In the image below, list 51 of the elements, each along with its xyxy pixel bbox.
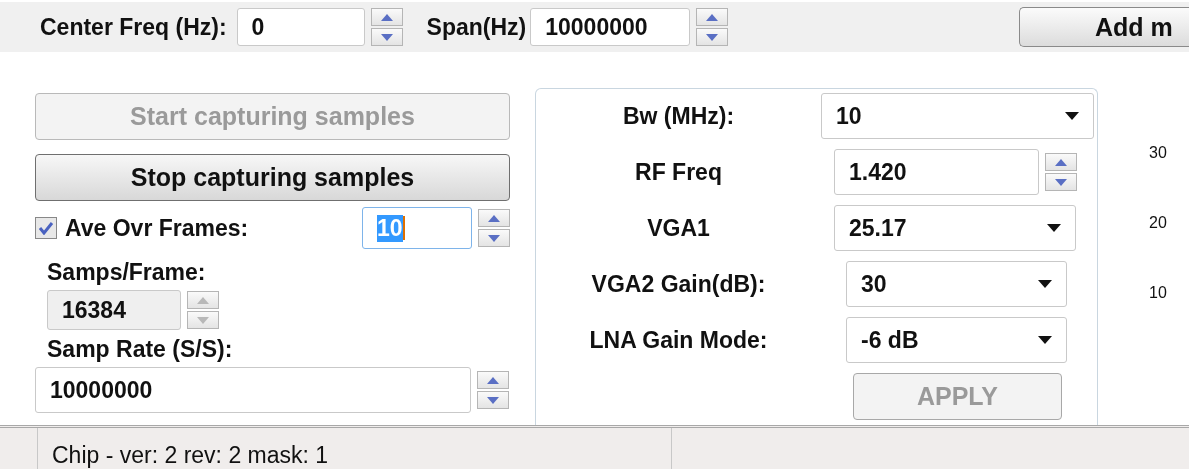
dropdown[interactable]: 30 xyxy=(846,261,1067,307)
down-arrow-icon xyxy=(197,316,209,324)
down-arrow-icon xyxy=(380,33,393,41)
samp-rate-field[interactable]: 10000000 xyxy=(35,367,471,413)
spin-down-button[interactable] xyxy=(696,28,729,46)
axis-tick: 10 xyxy=(1149,284,1168,302)
axis-tick: 30 xyxy=(1149,144,1168,162)
dropdown[interactable]: -6 dB xyxy=(846,317,1067,363)
down-arrow-icon xyxy=(487,396,499,404)
setting-label: LNA Gain Mode: xyxy=(588,326,769,354)
dropdown[interactable]: 25.17 xyxy=(834,205,1076,251)
spin-up-button[interactable] xyxy=(696,8,729,26)
axis-tick: 20 xyxy=(1149,214,1168,232)
spin-down-button[interactable] xyxy=(477,391,509,409)
status-text: Chip - ver: 2 rev: 2 mask: 1 xyxy=(52,442,329,469)
caret-icon xyxy=(1065,112,1079,120)
up-arrow-icon xyxy=(706,13,719,21)
setting-label: Bw (MHz): xyxy=(621,102,736,130)
ave-frames-label: Ave Ovr Frames: xyxy=(65,214,249,242)
setting-label: VGA2 Gain(dB): xyxy=(590,270,767,298)
up-arrow-icon xyxy=(197,296,209,304)
down-arrow-icon xyxy=(488,234,500,242)
rf-freq-field[interactable]: 1.420 xyxy=(834,149,1039,195)
setting-label: VGA1 xyxy=(646,214,711,242)
caret-icon xyxy=(1047,224,1061,232)
span-field[interactable]: 10000000 xyxy=(530,8,691,46)
stop-capture-button[interactable]: Stop capturing samples xyxy=(35,154,510,201)
span-label: Span(Hz) xyxy=(426,13,527,41)
down-arrow-icon xyxy=(706,33,719,41)
samps-frame-label: Samps/Frame: xyxy=(47,259,207,286)
setting-label: RF Freq xyxy=(634,158,723,186)
up-arrow-icon xyxy=(488,214,500,222)
center-freq-field[interactable]: 0 xyxy=(236,8,365,46)
spin-up-button[interactable] xyxy=(370,8,403,26)
up-arrow-icon xyxy=(487,376,499,384)
spin-up-button[interactable] xyxy=(477,371,509,389)
up-arrow-icon xyxy=(380,13,393,21)
spin-up-button[interactable] xyxy=(478,209,510,227)
center-freq-label: Center Freq (Hz): xyxy=(40,13,227,41)
samp-rate-label: Samp Rate (S/S): xyxy=(47,336,234,363)
up-arrow-icon xyxy=(1055,158,1067,166)
add-button[interactable]: Add m xyxy=(1019,7,1189,47)
spin-down-button[interactable] xyxy=(478,229,510,247)
spin-down-button[interactable] xyxy=(370,28,403,46)
checkbox[interactable] xyxy=(35,217,57,239)
dropdown[interactable]: 10 xyxy=(821,93,1094,139)
down-arrow-icon xyxy=(1055,178,1067,186)
caret-icon xyxy=(1038,336,1052,344)
spin-up-button[interactable] xyxy=(1045,153,1077,171)
caret-icon xyxy=(1038,280,1052,288)
spin-down-button[interactable] xyxy=(1045,173,1077,191)
